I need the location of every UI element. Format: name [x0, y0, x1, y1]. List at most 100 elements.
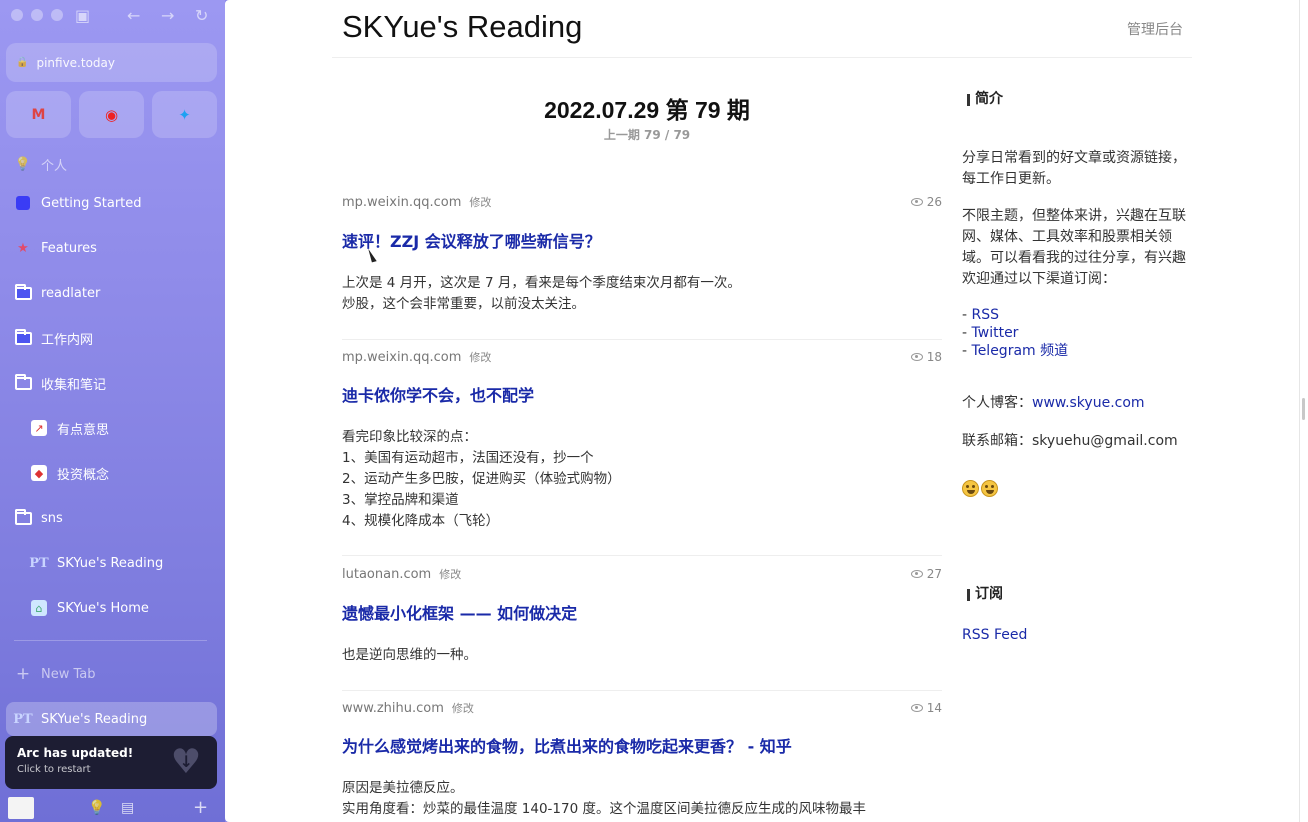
channel-rss: - RSS	[962, 307, 1000, 323]
back-arrow-icon[interactable]: ←	[127, 6, 140, 25]
sidebar-item-interesting[interactable]: ↗ 有点意思	[30, 416, 109, 440]
reload-icon[interactable]: ↻	[195, 6, 208, 25]
open-folder-icon	[14, 508, 32, 527]
sidebar-item-getting-started[interactable]: Getting Started	[14, 191, 142, 215]
admin-link[interactable]: 管理后台	[1127, 19, 1183, 39]
app-icon: ↗	[30, 419, 48, 437]
article-summary: 上次是 4 月开，这次是 7 月，看来是每个季度结束次月都有一次。 炒股，这个会…	[342, 275, 741, 312]
sidebar-item-investment-concepts[interactable]: ◆ 投资概念	[30, 461, 109, 485]
article-item: mp.weixin.qq.com 修改 26 速评！ZZJ 会议释放了哪些新信号…	[342, 194, 942, 315]
edit-link[interactable]: 修改	[452, 700, 474, 716]
article-summary: 看完印象比较深的点： 1、美国有运动超市，法国还没有，抄一个 2、运动产生多巴胺…	[342, 429, 621, 529]
emoji-line	[962, 480, 1187, 504]
rss-feed-link[interactable]: RSS Feed	[962, 627, 1027, 643]
new-tab-button[interactable]: + New Tab	[14, 662, 96, 686]
view-count: 18	[910, 350, 942, 364]
sidebar-item-skyue-home[interactable]: ⌂ SKYue's Home	[30, 596, 149, 620]
sidebar-toggle-icon[interactable]: ▣	[75, 6, 90, 25]
view-count: 26	[910, 195, 942, 209]
blog-link[interactable]: www.skyue.com	[1032, 395, 1145, 411]
article-title-link[interactable]: 遗憾最小化框架 —— 如何做决定	[342, 600, 942, 624]
article-title-link[interactable]: 为什么感觉烤出来的食物，比煮出来的食物吃起来更香？ - 知乎	[342, 733, 942, 757]
subscribe-section: 订阅 RSS Feed	[962, 584, 1187, 646]
favorite-weibo[interactable]: ◉	[79, 91, 144, 138]
article-summary: 也是逆向思维的一种。	[342, 647, 477, 663]
site-title[interactable]: SKYue's Reading	[342, 9, 582, 45]
article-domain: mp.weixin.qq.com	[342, 195, 462, 210]
grinning-face-emoji	[962, 480, 979, 497]
sidebar-item-sns[interactable]: sns	[14, 506, 63, 530]
issue-nav[interactable]: 上一期 79 / 79	[342, 126, 952, 143]
view-count: 14	[910, 701, 942, 715]
telegram-link[interactable]: Telegram 频道	[972, 343, 1069, 359]
intro-paragraph: 不限主题，但整体来讲，兴趣在互联网、媒体、工具效率和股票相关领域。可以看看我的过…	[962, 208, 1186, 287]
plus-icon[interactable]: +	[193, 797, 208, 818]
scrollbar-thumb[interactable]	[1302, 398, 1305, 420]
sidebar-item-features[interactable]: ★ Features	[14, 236, 97, 260]
rss-link[interactable]: RSS	[972, 307, 1000, 323]
favorite-gmail[interactable]: M	[6, 91, 71, 138]
sidebar-section-personal[interactable]: 💡 个人	[14, 152, 67, 176]
view-count: 27	[910, 567, 942, 581]
twitter-link[interactable]: Twitter	[972, 325, 1019, 341]
url-bar[interactable]: 🔒 pinfive.today	[6, 43, 217, 82]
url-text: pinfive.today	[36, 55, 115, 70]
plus-icon: +	[15, 664, 31, 684]
twitter-icon: ✦	[178, 105, 191, 124]
page-thumbnail[interactable]	[8, 797, 34, 819]
article-divider	[342, 339, 942, 340]
sidebar-item-readlater[interactable]: readlater	[14, 281, 100, 305]
issue-title: 2022.07.29 第 79 期	[544, 97, 750, 123]
pt-icon: PT	[29, 555, 49, 571]
intro-section: 简介 分享日常看到的好文章或资源链接，每工作日更新。 不限主题，但整体来讲，兴趣…	[962, 89, 1187, 504]
folder-icon	[14, 283, 32, 302]
edit-link[interactable]: 修改	[469, 194, 491, 210]
sidebar-item-work-intranet[interactable]: 工作内网	[14, 326, 93, 350]
header-divider	[332, 57, 1192, 58]
open-folder-icon	[14, 373, 32, 392]
article-item: mp.weixin.qq.com 修改 18 迪卡侬你学不会，也不配学 看完印象…	[342, 349, 942, 532]
edit-link[interactable]: 修改	[439, 566, 461, 582]
article-summary: 原因是美拉德反应。 实用角度看：炒菜的最佳温度 140-170 度。这个温度区间…	[342, 780, 866, 817]
article-domain: lutaonan.com	[342, 567, 432, 582]
article-item: www.zhihu.com 修改 14 为什么感觉烤出来的食物，比煮出来的食物吃…	[342, 700, 942, 820]
favorite-twitter[interactable]: ✦	[152, 91, 217, 138]
grinning-face-emoji	[981, 480, 998, 497]
lock-icon: 🔒	[16, 57, 29, 68]
email-line: 联系邮箱：skyuehu@gmail.com	[962, 433, 1178, 449]
sidebar-item-collections-notes[interactable]: 收集和笔记	[14, 371, 106, 395]
archive-icon[interactable]: ▤	[121, 800, 134, 816]
article-title-link[interactable]: 迪卡侬你学不会，也不配学	[342, 382, 942, 406]
download-arrow-icon: ↓	[179, 752, 193, 771]
app-icon: ◆	[30, 464, 48, 482]
sidebar-item-skyue-reading[interactable]: PT SKYue's Reading	[29, 551, 163, 575]
gmail-icon: M	[31, 106, 46, 123]
blue-square-icon	[14, 194, 32, 212]
lightbulb-icon[interactable]: 💡	[88, 800, 105, 816]
channel-twitter: - Twitter	[962, 325, 1019, 341]
active-tab-label-row[interactable]: PT SKYue's Reading	[13, 707, 147, 731]
update-notification[interactable]: Arc has updated! Click to restart ♥ ↓	[5, 736, 217, 789]
zoom-window-button[interactable]	[51, 9, 63, 21]
article-title-link[interactable]: 速评！ZZJ 会议释放了哪些新信号？	[342, 228, 942, 252]
email-address[interactable]: skyuehu@gmail.com	[1032, 433, 1178, 449]
star-icon: ★	[17, 240, 29, 256]
blog-line: 个人博客：www.skyue.com	[962, 395, 1145, 411]
sidebar-divider	[14, 640, 207, 641]
folder-icon	[14, 328, 32, 347]
edit-link[interactable]: 修改	[469, 349, 491, 365]
close-window-button[interactable]	[11, 9, 23, 21]
eye-icon	[910, 198, 923, 206]
lightbulb-icon: 💡	[14, 156, 32, 172]
article-domain: www.zhihu.com	[342, 701, 444, 716]
minimize-window-button[interactable]	[31, 9, 43, 21]
pt-icon: PT	[13, 711, 33, 727]
eye-icon	[910, 353, 923, 361]
eye-icon	[910, 704, 923, 712]
subscribe-heading: 订阅	[962, 584, 1187, 605]
article-domain: mp.weixin.qq.com	[342, 350, 462, 365]
channel-list: - RSS - Twitter - Telegram 频道	[962, 306, 1187, 360]
intro-paragraph: 分享日常看到的好文章或资源链接，每工作日更新。	[962, 150, 1186, 187]
forward-arrow-icon[interactable]: →	[161, 6, 174, 25]
intro-heading: 简介	[962, 89, 1187, 110]
